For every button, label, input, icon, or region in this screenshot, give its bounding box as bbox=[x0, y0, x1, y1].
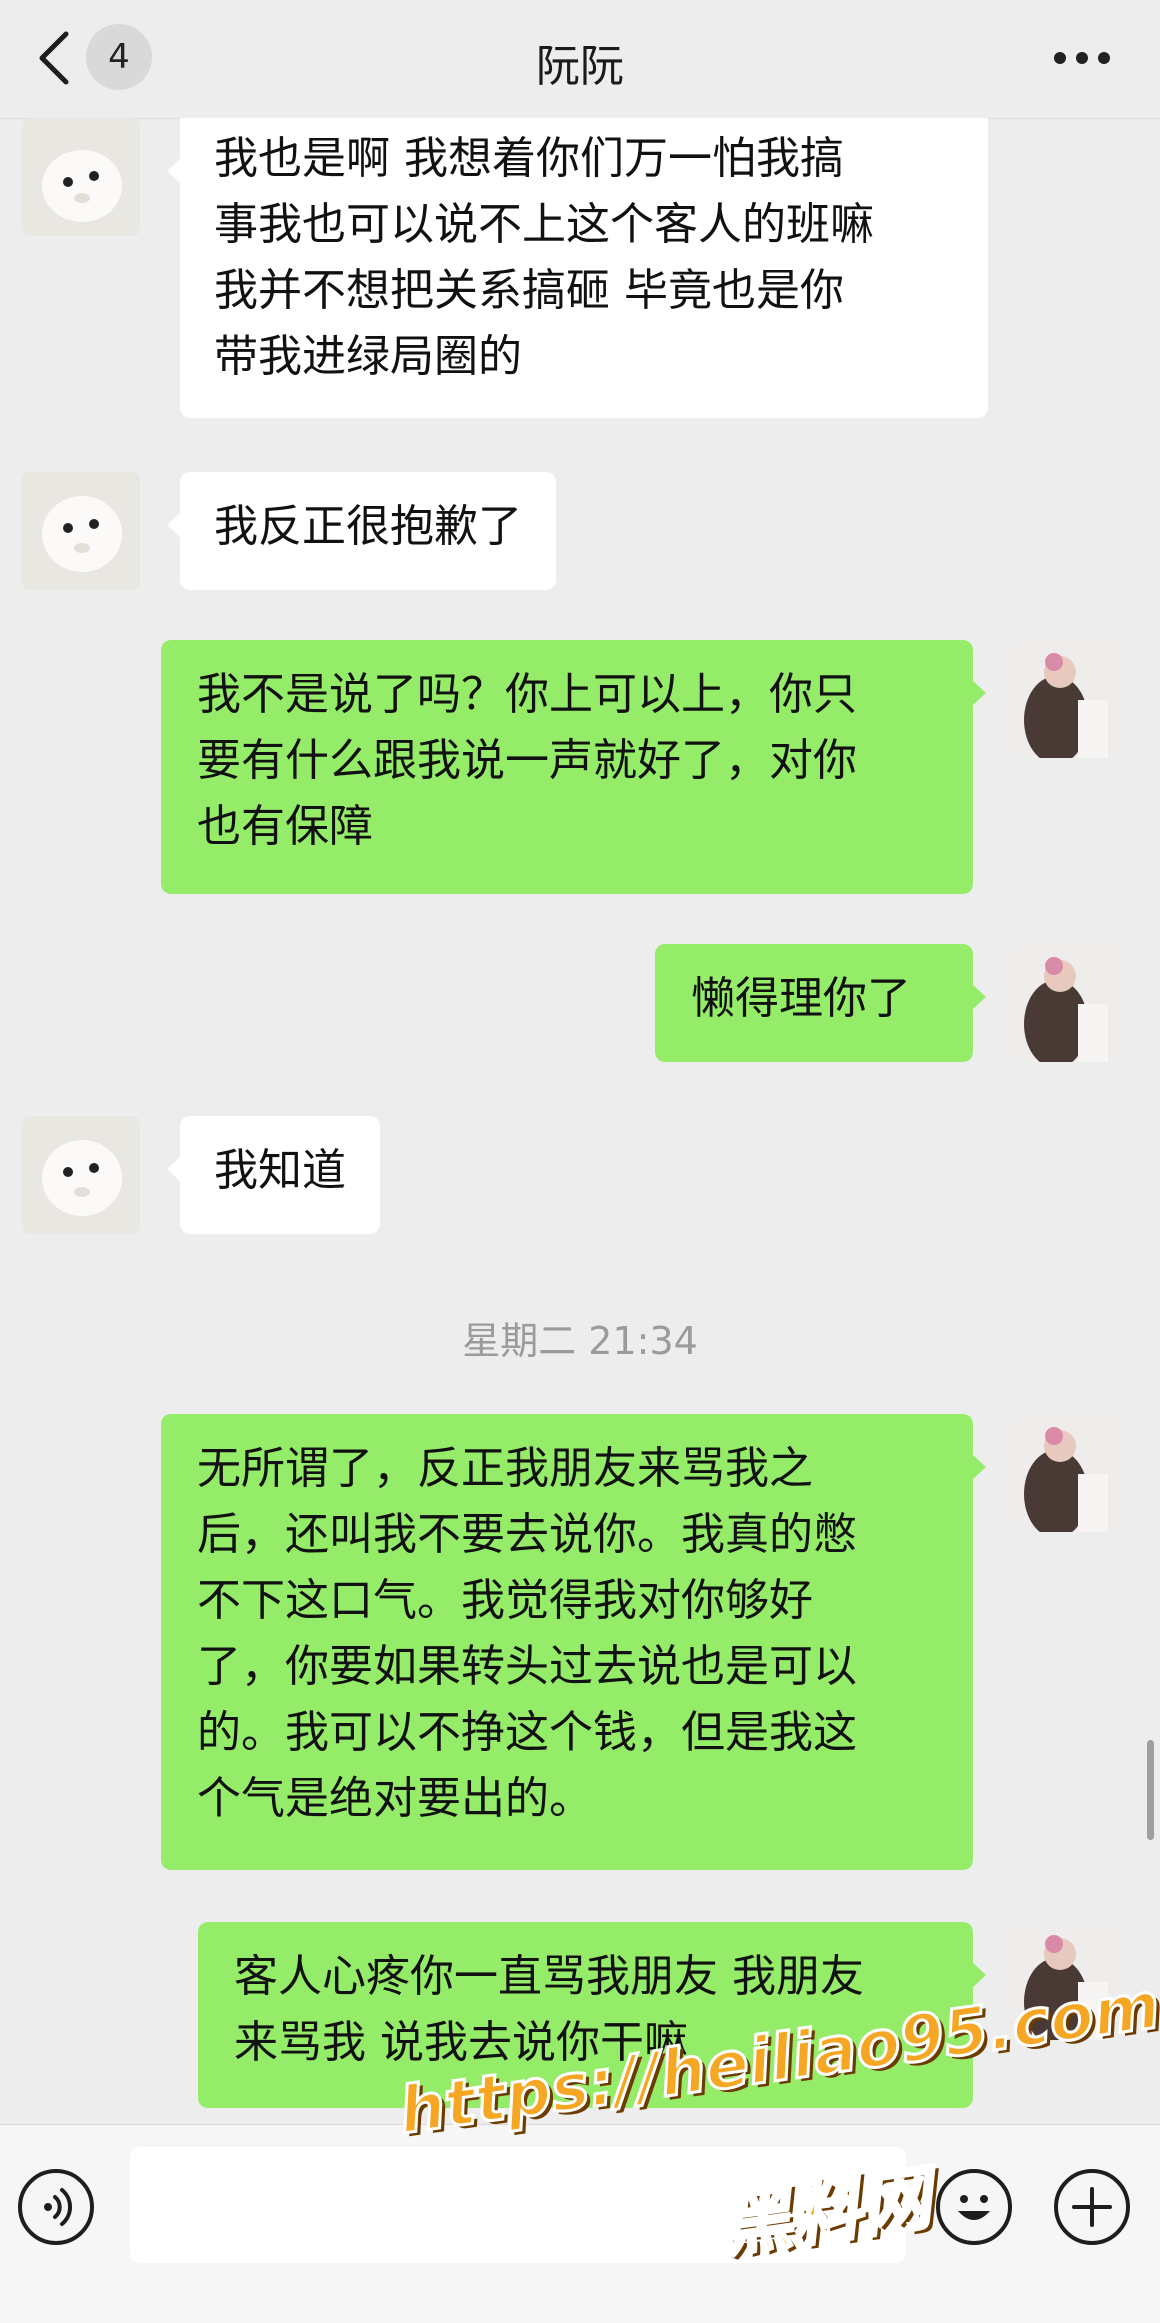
contact-avatar[interactable] bbox=[22, 118, 140, 236]
received-message: 我也是啊 我想着你们万一怕我搞 事我也可以说不上这个客人的班嘛 我并不想把关系搞… bbox=[167, 118, 988, 418]
more-dots-icon[interactable] bbox=[1054, 52, 1110, 66]
my-avatar[interactable] bbox=[1008, 640, 1126, 758]
message-timestamp: 星期二 21:34 bbox=[462, 1319, 698, 1363]
my-avatar[interactable] bbox=[1008, 944, 1126, 1062]
sent-message: 懒得理你了 bbox=[655, 944, 986, 1062]
plus-icon[interactable] bbox=[1054, 2169, 1130, 2245]
emoji-icon[interactable] bbox=[936, 2169, 1012, 2245]
contact-avatar[interactable] bbox=[22, 472, 140, 590]
voice-icon[interactable] bbox=[18, 2169, 94, 2245]
scrollbar[interactable] bbox=[1147, 1740, 1154, 1840]
received-message: 我知道 bbox=[167, 1116, 380, 1234]
my-avatar[interactable] bbox=[1008, 1414, 1126, 1532]
received-message: 我反正很抱歉了 bbox=[167, 472, 556, 590]
sent-message: 我不是说了吗？你上可以上，你只 要有什么跟我说一声就好了，对你 也有保障 bbox=[161, 640, 986, 894]
sent-message: 无所谓了，反正我朋友来骂我之 后，还叫我不要去说你。我真的憋 不下这口气。我觉得… bbox=[161, 1414, 986, 1870]
input-bar bbox=[0, 2124, 1160, 2323]
contact-avatar[interactable] bbox=[22, 1116, 140, 1234]
chat-title: 阮阮 bbox=[536, 41, 624, 92]
chat-header: 4 阮阮 bbox=[0, 0, 1160, 119]
